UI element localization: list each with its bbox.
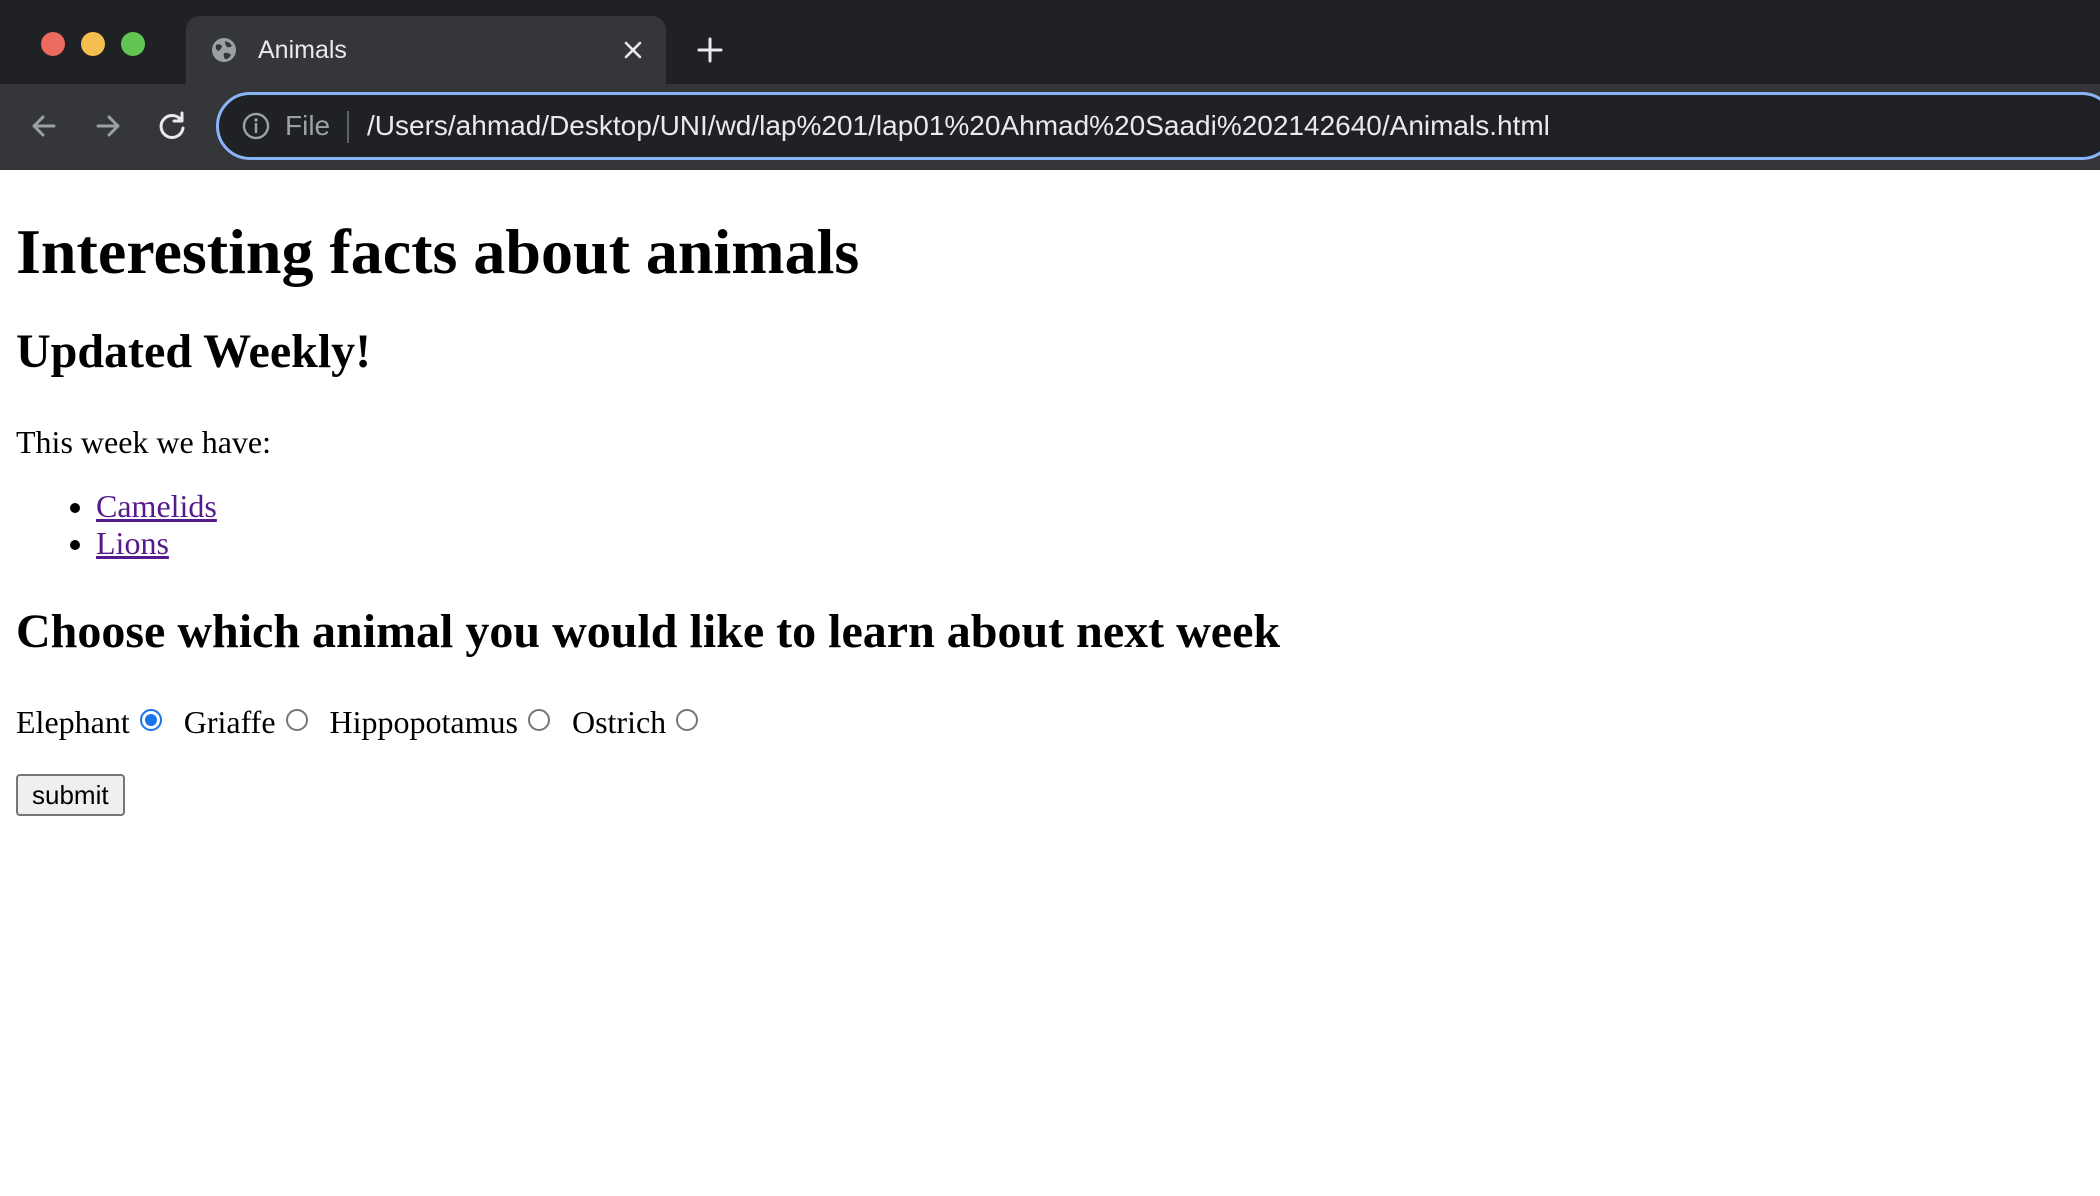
info-icon[interactable] bbox=[241, 111, 271, 141]
link-lions[interactable]: Lions bbox=[96, 525, 169, 561]
browser-chrome: Animals File /Users/ahmad/Desktop/UNI/wd… bbox=[0, 0, 2100, 170]
list-item: Lions bbox=[96, 525, 217, 562]
intro-text: This week we have: bbox=[16, 424, 272, 460]
animal-poll: Elephant Griaffe Hippopotamus Ostrich bbox=[16, 702, 720, 742]
page-title: Interesting facts about animals bbox=[16, 216, 860, 287]
radio-hippopotamus[interactable] bbox=[527, 709, 550, 731]
tab-animals[interactable]: Animals bbox=[186, 16, 666, 84]
poll-heading: Choose which animal you would like to le… bbox=[16, 605, 1281, 658]
animal-links-list: Camelids Lions bbox=[16, 488, 217, 562]
option-label-ostrich: Ostrich bbox=[571, 704, 667, 740]
address-divider bbox=[347, 111, 349, 143]
forward-arrow-icon[interactable] bbox=[90, 108, 126, 144]
tab-strip: Animals bbox=[0, 0, 2100, 84]
link-camelids[interactable]: Camelids bbox=[96, 488, 217, 524]
address-scheme-label: File bbox=[285, 110, 331, 141]
radio-ostrich[interactable] bbox=[676, 709, 699, 731]
url-text[interactable]: /Users/ahmad/Desktop/UNI/wd/lap%201/lap0… bbox=[367, 109, 1550, 143]
back-arrow-icon[interactable] bbox=[26, 108, 62, 144]
radio-giraffe[interactable] bbox=[285, 709, 308, 731]
plus-icon[interactable] bbox=[694, 34, 726, 66]
minimize-window-button[interactable] bbox=[81, 32, 105, 56]
tab-title: Animals bbox=[258, 36, 347, 64]
submit-button[interactable]: submit bbox=[16, 774, 125, 816]
option-label-elephant: Elephant bbox=[16, 704, 130, 740]
page-subtitle: Updated Weekly! bbox=[16, 325, 372, 378]
reload-icon[interactable] bbox=[154, 108, 190, 144]
radio-elephant[interactable] bbox=[139, 709, 162, 731]
address-bar[interactable]: File /Users/ahmad/Desktop/UNI/wd/lap%201… bbox=[216, 92, 2100, 160]
close-window-button[interactable] bbox=[41, 32, 65, 56]
globe-icon bbox=[212, 38, 236, 62]
option-label-giraffe: Griaffe bbox=[183, 704, 276, 740]
close-icon[interactable] bbox=[620, 37, 646, 63]
maximize-window-button[interactable] bbox=[121, 32, 145, 56]
option-label-hippopotamus: Hippopotamus bbox=[329, 704, 518, 740]
list-item: Camelids bbox=[96, 488, 217, 525]
